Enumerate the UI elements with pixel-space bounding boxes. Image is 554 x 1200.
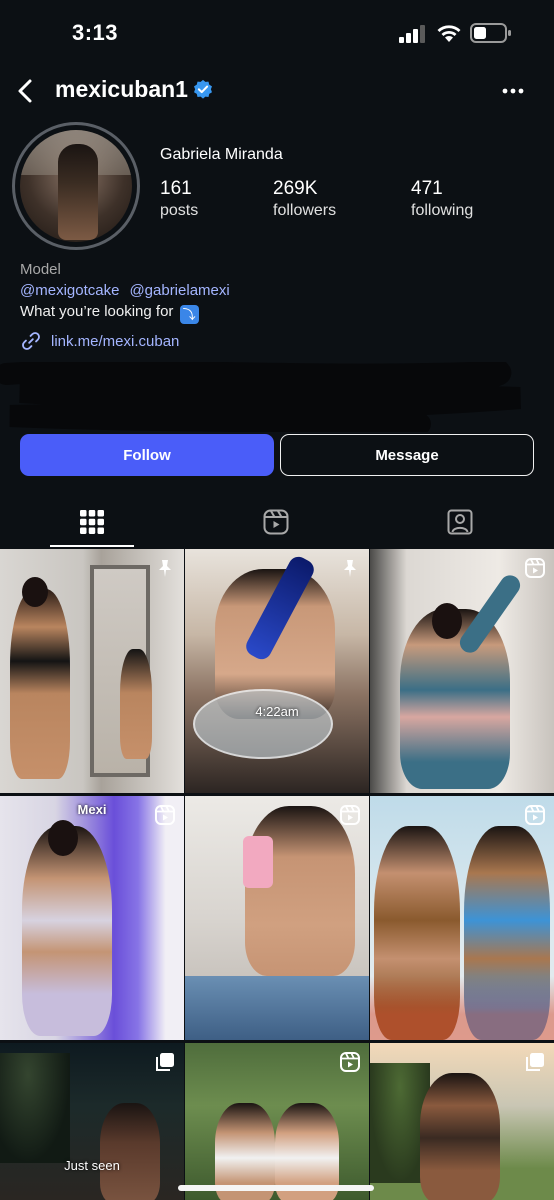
verified-badge-icon [194, 79, 212, 99]
tagged-person-icon [447, 509, 473, 535]
cellular-signal-icon [399, 25, 425, 43]
bio-category: Model [20, 261, 61, 278]
mention-link[interactable]: @mexigotcake [20, 282, 119, 299]
follow-button[interactable]: Follow [20, 434, 274, 476]
status-time: 3:13 [72, 20, 119, 45]
bio-text: What you’re looking for ⤵ [20, 301, 540, 324]
carousel-icon [526, 1053, 544, 1071]
message-button[interactable]: Message [280, 434, 534, 476]
followers-label: followers [273, 202, 337, 219]
grid-post[interactable] [370, 796, 554, 1040]
home-indicator[interactable] [178, 1185, 374, 1191]
grid-post[interactable] [185, 1043, 369, 1200]
tab-tagged[interactable] [368, 496, 552, 548]
reel-icon [525, 805, 545, 825]
down-arrow-emoji-icon: ⤵ [179, 305, 199, 324]
grid-post[interactable]: 4:22am [185, 549, 369, 793]
profile-link-text: link.me/mexi.cuban [51, 332, 180, 350]
bio-text-content: What you’re looking for [20, 303, 174, 320]
pin-icon [344, 560, 356, 577]
active-tab-indicator [50, 545, 134, 547]
grid-icon [80, 510, 104, 534]
tab-grid[interactable] [0, 496, 184, 548]
followers-stat[interactable]: 269K followers [273, 178, 336, 220]
grid-post[interactable] [370, 1043, 554, 1200]
back-chevron-icon[interactable] [14, 76, 38, 106]
battery-icon [470, 23, 511, 43]
grid-post[interactable]: Mexi [0, 796, 184, 1040]
status-bar: 3:13 [0, 0, 554, 66]
profile-avatar[interactable] [12, 122, 140, 250]
posts-label: posts [160, 202, 199, 219]
redacted-scribble [0, 362, 521, 432]
grid-post[interactable] [0, 549, 184, 793]
posts-count: 161 [160, 178, 192, 199]
bio-mentions: @mexigotcake @gabrielamexi [20, 280, 540, 301]
following-stat[interactable]: 471 following [411, 178, 473, 220]
reel-icon [525, 558, 545, 578]
profile-full-name: Gabriela Miranda [160, 146, 283, 163]
mention-link[interactable]: @gabrielamexi [129, 282, 229, 299]
reel-icon [340, 805, 360, 825]
pin-icon [159, 560, 171, 577]
reel-icon [155, 805, 175, 825]
profile-username: mexicuban1 [55, 76, 188, 102]
posts-stat[interactable]: 161 posts [160, 178, 198, 220]
avatar-image [20, 130, 132, 242]
more-options-icon[interactable] [500, 78, 526, 104]
grid-post[interactable] [370, 549, 554, 793]
grid-post[interactable]: Just seen [0, 1043, 184, 1200]
post-caption-overlay: 4:22am [255, 704, 299, 719]
profile-bio: Model @mexigotcake @gabrielamexi What you… [20, 259, 540, 352]
followers-count: 269K [273, 178, 318, 199]
carousel-icon [156, 1053, 174, 1071]
grid-post[interactable] [185, 796, 369, 1040]
profile-tabs [0, 496, 554, 548]
profile-link[interactable]: link.me/mexi.cuban [20, 330, 540, 352]
reels-icon [263, 509, 289, 535]
post-caption-overlay: Just seen [64, 1158, 120, 1173]
profile-header: mexicuban1 [0, 66, 554, 116]
link-icon [22, 332, 40, 350]
tab-reels[interactable] [184, 496, 368, 548]
reel-icon [340, 1052, 360, 1072]
following-count: 471 [411, 178, 443, 199]
following-label: following [411, 202, 474, 219]
wifi-icon [437, 25, 461, 42]
